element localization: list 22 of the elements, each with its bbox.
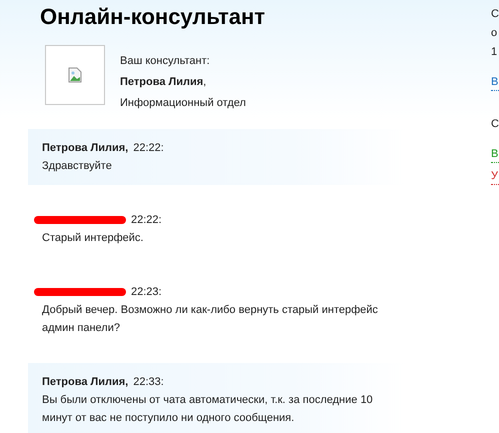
side-text: 1: [491, 45, 498, 60]
side-link[interactable]: У: [491, 168, 499, 185]
side-text: С: [491, 7, 499, 22]
broken-image-icon: [68, 67, 82, 83]
message-author: Петрова Лилия,: [42, 375, 128, 390]
consultant-caption: Ваш консультант:: [120, 54, 211, 69]
side-link[interactable]: В: [491, 74, 499, 91]
message-time: 22:22:: [131, 213, 162, 228]
side-link[interactable]: В: [491, 146, 499, 163]
side-text: о: [491, 26, 498, 41]
message-text: Вы были отключены от чата автоматически, т.к. за последние 10 минут от вас не поступило ни одного сообщения.: [42, 393, 374, 426]
message-text: Добрый вечер. Возможно ли как-либо вернуть старый интерфейс админ панели?: [42, 303, 379, 336]
page-title: Онлайн-консультант: [40, 4, 266, 30]
consultant-department: Информационный отдел: [120, 96, 246, 111]
message-time: 22:33:: [133, 375, 164, 390]
message-text: Здравствуйте: [42, 159, 113, 174]
message-text: Старый интерфейс.: [42, 231, 144, 246]
message-time: 22:22:: [133, 141, 164, 156]
message-time: 22:23:: [131, 285, 162, 300]
consultant-name: Петрова Лилия,: [120, 75, 208, 90]
message-author: Петрова Лилия,: [42, 141, 128, 156]
side-text: С: [491, 117, 499, 132]
